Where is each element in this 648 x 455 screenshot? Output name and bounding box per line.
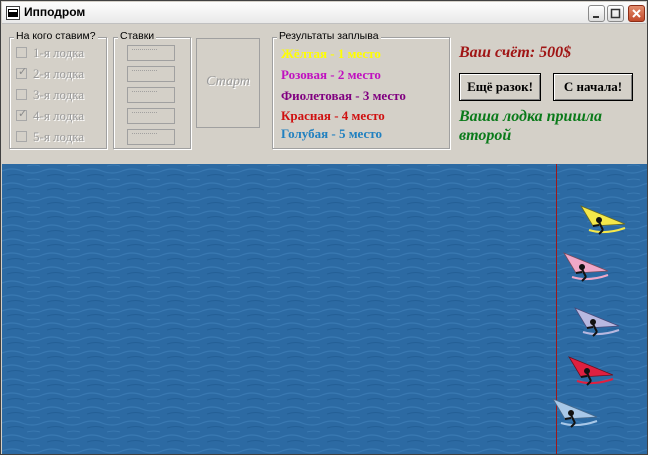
stake-4-field[interactable]: ············· bbox=[127, 107, 175, 124]
boat-2-label: 2-я лодка bbox=[33, 66, 85, 81]
minimize-icon bbox=[593, 16, 599, 18]
play-again-button[interactable]: Ещё разок! bbox=[459, 73, 541, 101]
boat-5-label: 5-я лодка bbox=[33, 129, 85, 144]
result-message: Ваша лодка пришла второй bbox=[459, 108, 602, 144]
race-water bbox=[2, 164, 647, 454]
checkmark-icon: ✓ bbox=[18, 65, 28, 78]
bet-on-group: На кого ставим? 1-я лодка ✓ 2-я лодка 3-… bbox=[9, 30, 107, 149]
stake-3-field[interactable]: ············· bbox=[127, 86, 175, 103]
restart-button[interactable]: С начала! bbox=[553, 73, 633, 101]
minimize-button[interactable] bbox=[588, 5, 605, 22]
results-group: Результаты заплыва Жёлтая - 1 место Розо… bbox=[272, 30, 450, 149]
control-panel: На кого ставим? 1-я лодка ✓ 2-я лодка 3-… bbox=[2, 24, 647, 164]
checkmark-icon: ✓ bbox=[18, 107, 28, 120]
boat-3-label: 3-я лодка bbox=[33, 87, 85, 102]
start-button[interactable]: Старт bbox=[196, 38, 260, 128]
yellow-boat bbox=[580, 205, 626, 235]
app-icon bbox=[6, 6, 20, 20]
maximize-icon bbox=[610, 8, 621, 19]
blue-boat bbox=[552, 398, 598, 428]
result-pink: Розовая - 2 место bbox=[281, 67, 381, 82]
main-window: Ипподром На кого ставим? 1-я лодка ✓ 2-я… bbox=[0, 0, 648, 455]
boat-4-label: 4-я лодка bbox=[33, 108, 85, 123]
close-button[interactable] bbox=[628, 5, 645, 22]
result-violet: Фиолетовая - 3 место bbox=[281, 88, 406, 103]
stakes-title: Ставки bbox=[118, 30, 157, 42]
score-label: Ваш счёт: 500$ bbox=[459, 44, 572, 61]
result-blue: Голубая - 5 место bbox=[281, 126, 382, 141]
window-title: Ипподром bbox=[24, 5, 86, 19]
close-icon bbox=[632, 9, 641, 18]
result-yellow: Жёлтая - 1 место bbox=[281, 46, 381, 61]
start-button-label: Старт bbox=[206, 74, 250, 89]
title-bar[interactable]: Ипподром bbox=[2, 2, 646, 24]
stake-5-field[interactable]: ············· bbox=[127, 128, 175, 145]
maximize-button[interactable] bbox=[607, 5, 624, 22]
bet-on-title: На кого ставим? bbox=[14, 30, 98, 42]
pink-boat bbox=[563, 252, 609, 282]
stake-2-field[interactable]: ············· bbox=[127, 65, 175, 82]
result-red: Красная - 4 место bbox=[281, 108, 385, 123]
stake-1-field[interactable]: ············· bbox=[127, 44, 175, 61]
results-title: Результаты заплыва bbox=[277, 30, 381, 42]
stakes-group: Ставки ············· ············· ·····… bbox=[113, 30, 191, 149]
red-boat bbox=[568, 356, 614, 386]
violet-boat bbox=[574, 307, 620, 337]
boat-1-label: 1-я лодка bbox=[33, 45, 85, 60]
